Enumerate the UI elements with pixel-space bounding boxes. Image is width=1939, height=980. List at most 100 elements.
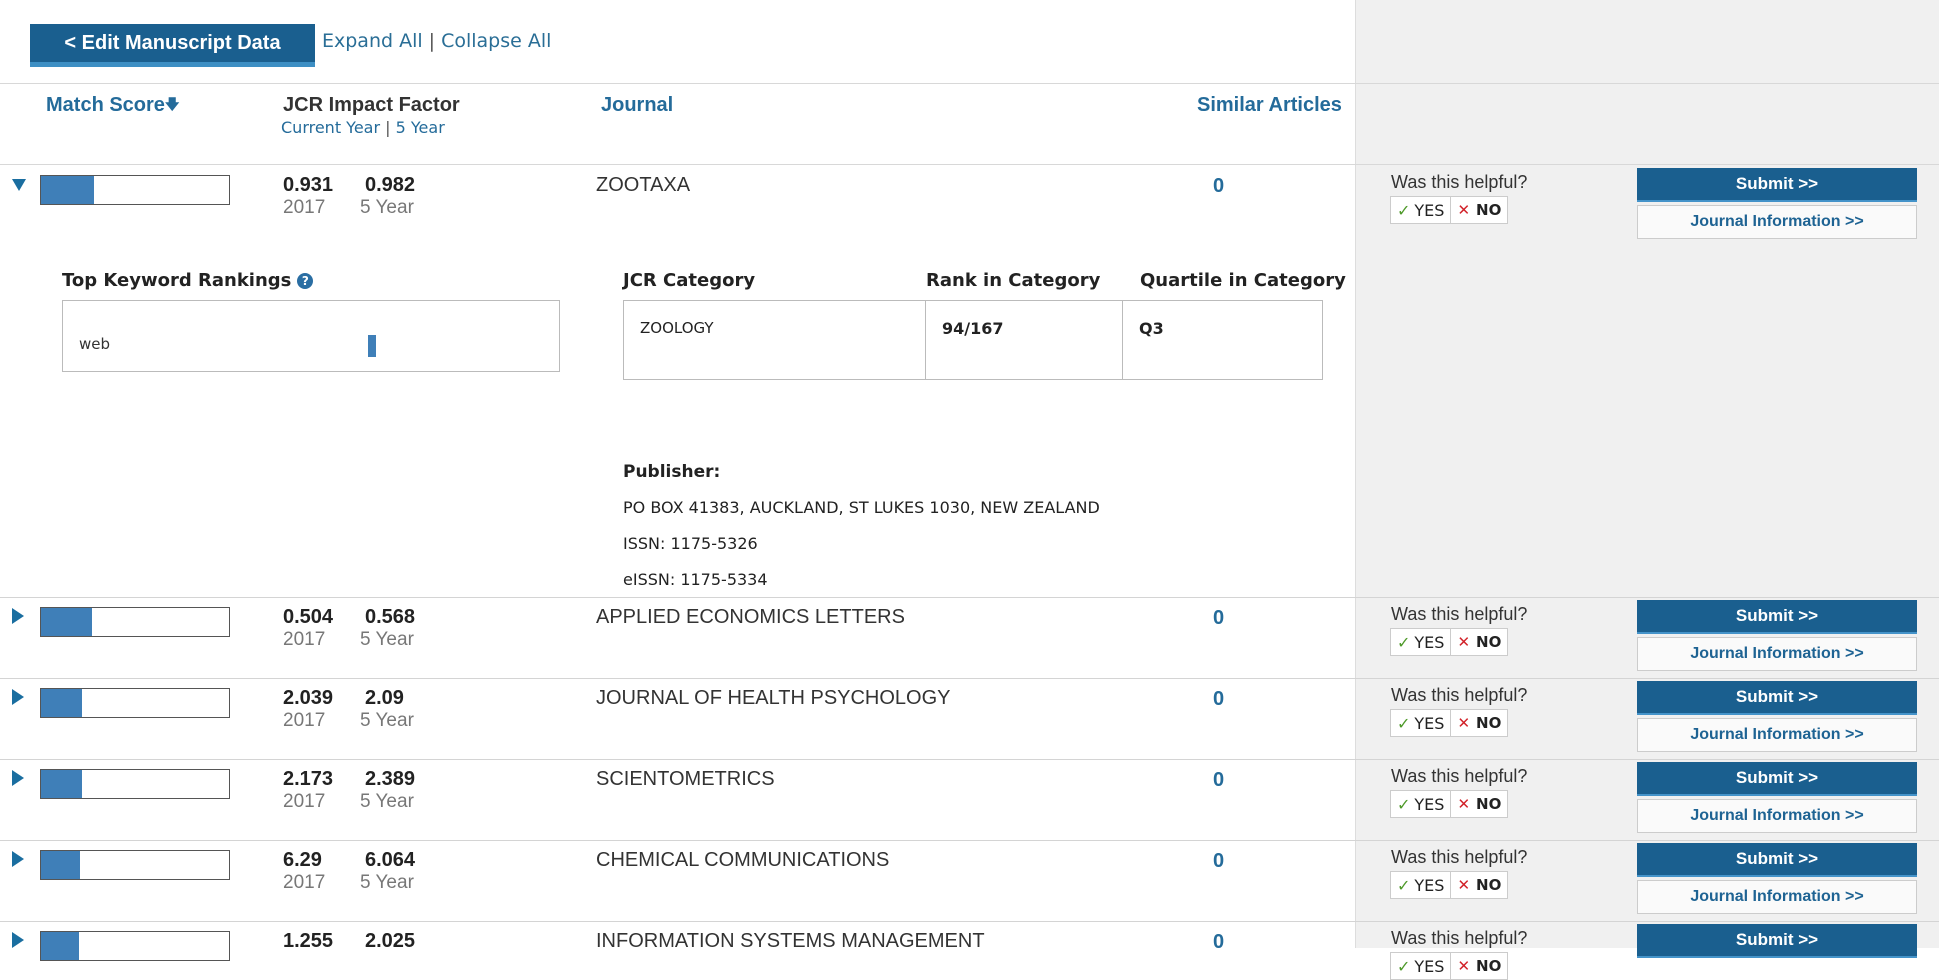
journal-name[interactable]: CHEMICAL COMMUNICATIONS xyxy=(596,849,889,872)
similar-articles-count[interactable]: 0 xyxy=(1213,607,1224,630)
check-icon: ✓ xyxy=(1397,713,1411,733)
similar-articles-count[interactable]: 0 xyxy=(1213,931,1224,954)
row-divider xyxy=(0,840,1939,841)
match-score-fill xyxy=(41,851,81,879)
expand-triangle-icon[interactable] xyxy=(12,932,24,948)
match-score-bar xyxy=(40,688,230,718)
match-score-fill xyxy=(41,932,79,960)
submit-button[interactable]: Submit >> xyxy=(1637,600,1917,634)
row-divider xyxy=(0,759,1939,760)
submit-button[interactable]: Submit >> xyxy=(1637,168,1917,202)
keyword-label: web xyxy=(79,335,111,353)
impact-factor-year: 2017 xyxy=(283,710,326,731)
five-year-link[interactable]: 5 Year xyxy=(396,118,445,137)
journal-name[interactable]: JOURNAL OF HEALTH PSYCHOLOGY xyxy=(596,687,951,710)
no-button[interactable]: ✕ NO xyxy=(1451,871,1509,899)
collapse-triangle-icon[interactable] xyxy=(12,179,26,191)
yes-label: YES xyxy=(1414,200,1445,220)
impact-factor-5yr: 0.568 xyxy=(365,606,416,628)
expand-triangle-icon[interactable] xyxy=(12,851,24,867)
expand-triangle-icon[interactable] xyxy=(12,608,24,624)
collapse-all-link[interactable]: Collapse All xyxy=(441,30,551,52)
edit-manuscript-button[interactable]: < Edit Manuscript Data xyxy=(30,24,315,67)
columns-divider xyxy=(0,164,1939,165)
impact-factor-5yr: 2.025 xyxy=(365,930,416,952)
no-button[interactable]: ✕ NO xyxy=(1451,709,1509,737)
submit-button[interactable]: Submit >> xyxy=(1637,762,1917,796)
arrow-down-icon: 🡇 xyxy=(164,96,180,112)
yes-button[interactable]: ✓ YES xyxy=(1390,196,1452,224)
check-icon: ✓ xyxy=(1397,200,1411,220)
match-score-header[interactable]: Match Score🡇 xyxy=(46,94,179,118)
impact-factor-5yr: 6.064 xyxy=(365,849,416,871)
impact-factor-5yr: 2.09 xyxy=(365,687,404,709)
yes-label: YES xyxy=(1414,956,1445,976)
no-label: NO xyxy=(1476,795,1502,813)
similar-articles-header[interactable]: Similar Articles xyxy=(1197,94,1342,117)
yes-label: YES xyxy=(1414,875,1445,895)
no-label: NO xyxy=(1476,201,1502,219)
match-score-bar xyxy=(40,931,230,961)
impact-factor-5yr-label: 5 Year xyxy=(360,710,414,731)
journal-name[interactable]: APPLIED ECONOMICS LETTERS xyxy=(596,606,905,629)
yes-label: YES xyxy=(1414,794,1445,814)
match-score-bar xyxy=(40,850,230,880)
current-year-link[interactable]: Current Year xyxy=(281,118,380,137)
impact-factor-current: 2.173 xyxy=(283,768,334,790)
journal-name[interactable]: SCIENTOMETRICS xyxy=(596,768,775,791)
yes-button[interactable]: ✓ YES xyxy=(1390,871,1452,899)
rank-in-category-heading: Rank in Category xyxy=(926,270,1101,291)
submit-button[interactable]: Submit >> xyxy=(1637,924,1917,958)
was-this-helpful-label: Was this helpful? xyxy=(1391,172,1528,192)
impact-factor-year: 2017 xyxy=(283,629,326,650)
top-keyword-rankings-heading: Top Keyword Rankings? xyxy=(62,270,314,291)
no-button[interactable]: ✕ NO xyxy=(1451,628,1509,656)
impact-factor-year: 2017 xyxy=(283,872,326,893)
journal-information-button[interactable]: Journal Information >> xyxy=(1637,205,1917,239)
yes-button[interactable]: ✓ YES xyxy=(1390,628,1452,656)
journal-name[interactable]: INFORMATION SYSTEMS MANAGEMENT xyxy=(596,930,985,953)
submit-button[interactable]: Submit >> xyxy=(1637,843,1917,877)
was-this-helpful-label: Was this helpful? xyxy=(1391,928,1528,948)
similar-articles-count[interactable]: 0 xyxy=(1213,769,1224,792)
no-button[interactable]: ✕ NO xyxy=(1451,790,1509,818)
rank-cell: 94/167 xyxy=(926,300,1123,380)
issn: ISSN: 1175-5326 xyxy=(623,534,758,553)
impact-factor-current: 6.29 xyxy=(283,849,322,871)
expand-triangle-icon[interactable] xyxy=(12,689,24,705)
publisher-address: PO BOX 41383, AUCKLAND, ST LUKES 1030, N… xyxy=(623,498,1100,517)
top-keyword-rankings-label: Top Keyword Rankings xyxy=(62,270,292,291)
check-icon: ✓ xyxy=(1397,632,1411,652)
expand-all-link[interactable]: Expand All xyxy=(322,30,423,52)
submit-button[interactable]: Submit >> xyxy=(1637,681,1917,715)
impact-factor-current: 1.255 xyxy=(283,930,334,952)
no-label: NO xyxy=(1476,876,1502,894)
was-this-helpful-label: Was this helpful? xyxy=(1391,847,1528,867)
cross-icon: ✕ xyxy=(1457,714,1471,732)
journal-information-button[interactable]: Journal Information >> xyxy=(1637,718,1917,752)
no-button[interactable]: ✕ NO xyxy=(1451,952,1509,980)
yes-label: YES xyxy=(1414,713,1445,733)
impact-factor-5yr-label: 5 Year xyxy=(360,791,414,812)
yes-button[interactable]: ✓ YES xyxy=(1390,952,1452,980)
impact-factor-5yr-label: 5 Year xyxy=(360,629,414,650)
was-this-helpful-label: Was this helpful? xyxy=(1391,604,1528,624)
journal-name[interactable]: ZOOTAXA xyxy=(596,174,690,197)
journal-information-button[interactable]: Journal Information >> xyxy=(1637,799,1917,833)
expand-triangle-icon[interactable] xyxy=(12,770,24,786)
quartile-in-category-heading: Quartile in Category xyxy=(1140,270,1346,291)
no-button[interactable]: ✕ NO xyxy=(1451,196,1509,224)
journal-information-button[interactable]: Journal Information >> xyxy=(1637,880,1917,914)
impact-factor-current: 2.039 xyxy=(283,687,334,709)
yes-button[interactable]: ✓ YES xyxy=(1390,790,1452,818)
journal-information-button[interactable]: Journal Information >> xyxy=(1637,637,1917,671)
similar-articles-count[interactable]: 0 xyxy=(1213,688,1224,711)
similar-articles-count[interactable]: 0 xyxy=(1213,175,1224,198)
journal-header[interactable]: Journal xyxy=(601,94,673,117)
help-icon[interactable]: ? xyxy=(297,273,314,289)
keyword-rankings-box: web xyxy=(62,300,560,372)
row-divider xyxy=(0,678,1939,679)
similar-articles-count[interactable]: 0 xyxy=(1213,850,1224,873)
category-cell: ZOOLOGY xyxy=(623,300,926,380)
yes-button[interactable]: ✓ YES xyxy=(1390,709,1452,737)
